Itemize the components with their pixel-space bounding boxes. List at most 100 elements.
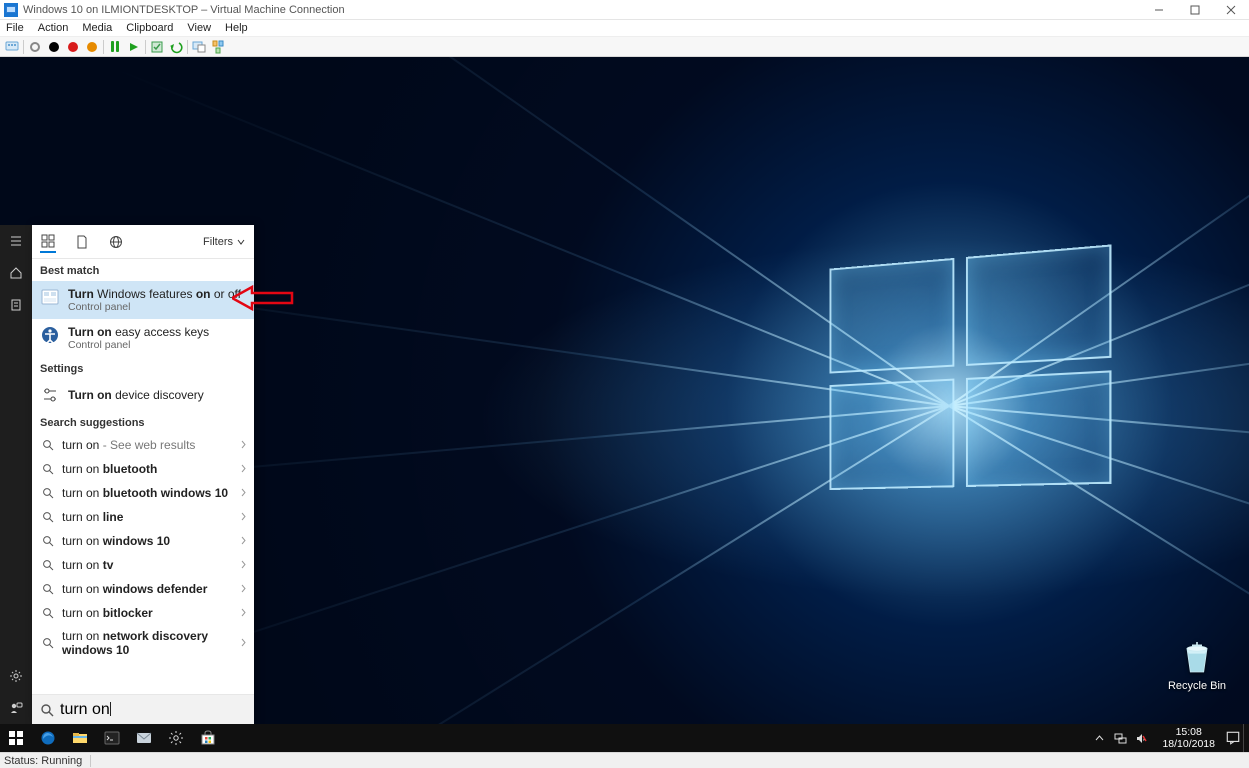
control-panel-features-icon bbox=[40, 287, 60, 307]
chevron-right-icon bbox=[239, 582, 248, 596]
system-tray[interactable] bbox=[1087, 732, 1154, 745]
checkpoint-button[interactable] bbox=[149, 39, 165, 55]
menu-action[interactable]: Action bbox=[38, 22, 69, 34]
tab-all-icon[interactable] bbox=[40, 237, 56, 253]
taskbar-store-icon[interactable] bbox=[192, 724, 224, 752]
chevron-right-icon bbox=[239, 636, 248, 650]
search-icon bbox=[40, 635, 56, 651]
rail-home-button[interactable] bbox=[0, 257, 32, 289]
search-suggestion[interactable]: turn on windows 10 bbox=[32, 529, 254, 553]
guest-viewport: Recycle Bin Filters Best match Turn Wind… bbox=[0, 57, 1249, 752]
tab-web-icon[interactable] bbox=[108, 234, 124, 250]
search-suggestion[interactable]: turn on - See web results bbox=[32, 433, 254, 457]
search-icon bbox=[40, 703, 54, 717]
menu-media[interactable]: Media bbox=[82, 22, 112, 34]
start-vm-button[interactable] bbox=[27, 39, 43, 55]
shutdown-vm-button[interactable] bbox=[65, 39, 81, 55]
tray-network-icon[interactable] bbox=[1114, 732, 1127, 745]
search-icon bbox=[40, 557, 56, 573]
rail-notebook-button[interactable] bbox=[0, 289, 32, 321]
best-match-label: Best match bbox=[32, 259, 254, 281]
device-discovery-icon bbox=[40, 385, 60, 405]
filters-dropdown[interactable]: Filters bbox=[203, 236, 246, 248]
vm-app-icon bbox=[4, 3, 18, 17]
start-rail bbox=[0, 225, 32, 724]
clock-date: 18/10/2018 bbox=[1162, 738, 1215, 750]
host-statusbar: Status: Running bbox=[0, 752, 1249, 768]
tray-chevron-up-icon[interactable] bbox=[1093, 732, 1106, 745]
search-suggestion[interactable]: turn on windows defender bbox=[32, 577, 254, 601]
clock-time: 15:08 bbox=[1162, 726, 1215, 738]
result-subtitle: Control panel bbox=[68, 339, 209, 351]
menu-clipboard[interactable]: Clipboard bbox=[126, 22, 173, 34]
tab-documents-icon[interactable] bbox=[74, 234, 90, 250]
search-input-display: turn on bbox=[60, 701, 111, 719]
turn-off-vm-button[interactable] bbox=[46, 39, 62, 55]
suggestion-text: turn on - See web results bbox=[62, 438, 195, 452]
search-suggestion[interactable]: turn on bluetooth windows 10 bbox=[32, 481, 254, 505]
chevron-right-icon bbox=[239, 462, 248, 476]
rail-feedback-button[interactable] bbox=[0, 692, 32, 724]
reset-vm-button[interactable] bbox=[126, 39, 142, 55]
ease-of-access-icon bbox=[40, 325, 60, 345]
host-close-button[interactable] bbox=[1213, 0, 1249, 20]
search-suggestion[interactable]: turn on bitlocker bbox=[32, 601, 254, 625]
start-button[interactable] bbox=[0, 724, 32, 752]
taskbar-edge-icon[interactable] bbox=[32, 724, 64, 752]
chevron-right-icon bbox=[239, 486, 248, 500]
search-suggestion[interactable]: turn on tv bbox=[32, 553, 254, 577]
suggestion-text: turn on bitlocker bbox=[62, 606, 153, 620]
settings-label: Settings bbox=[32, 357, 254, 379]
search-suggestion[interactable]: turn on bluetooth bbox=[32, 457, 254, 481]
search-icon bbox=[40, 509, 56, 525]
taskbar-clock[interactable]: 15:08 18/10/2018 bbox=[1154, 726, 1223, 750]
chevron-right-icon bbox=[239, 558, 248, 572]
search-suggestions-label: Search suggestions bbox=[32, 411, 254, 433]
recycle-bin-label: Recycle Bin bbox=[1165, 680, 1229, 692]
revert-button[interactable] bbox=[168, 39, 184, 55]
result-turn-on-easy-access[interactable]: Turn on easy access keys Control panel bbox=[32, 319, 254, 357]
host-minimize-button[interactable] bbox=[1141, 0, 1177, 20]
share-button[interactable] bbox=[210, 39, 226, 55]
status-text: Status: Running bbox=[4, 755, 91, 767]
taskbar-terminal-icon[interactable] bbox=[96, 724, 128, 752]
taskbar-settings-icon[interactable] bbox=[160, 724, 192, 752]
result-title: Turn on easy access keys bbox=[68, 325, 209, 339]
search-tabs: Filters bbox=[32, 225, 254, 259]
action-center-button[interactable] bbox=[1223, 724, 1243, 752]
menu-file[interactable]: File bbox=[6, 22, 24, 34]
suggestion-text: turn on bluetooth windows 10 bbox=[62, 486, 228, 500]
rail-expand-button[interactable] bbox=[0, 225, 32, 257]
result-device-discovery[interactable]: Turn on device discovery bbox=[32, 379, 254, 411]
suggestion-text: turn on network discovery windows 10 bbox=[62, 629, 246, 657]
search-suggestion[interactable]: turn on line bbox=[32, 505, 254, 529]
suggestion-text: turn on tv bbox=[62, 558, 113, 572]
filters-label: Filters bbox=[203, 236, 233, 248]
host-menubar: File Action Media Clipboard View Help bbox=[0, 20, 1249, 37]
result-subtitle: Control panel bbox=[68, 301, 241, 313]
chevron-down-icon bbox=[236, 237, 246, 247]
suggestion-text: turn on windows 10 bbox=[62, 534, 170, 548]
result-title: Turn on device discovery bbox=[68, 388, 204, 402]
enhanced-session-button[interactable] bbox=[191, 39, 207, 55]
search-icon bbox=[40, 437, 56, 453]
ctrl-alt-del-button[interactable] bbox=[4, 39, 20, 55]
menu-view[interactable]: View bbox=[187, 22, 211, 34]
search-suggestion[interactable]: turn on network discovery windows 10 bbox=[32, 625, 254, 661]
taskbar-explorer-icon[interactable] bbox=[64, 724, 96, 752]
host-maximize-button[interactable] bbox=[1177, 0, 1213, 20]
search-box[interactable]: turn on bbox=[32, 694, 254, 724]
rail-settings-button[interactable] bbox=[0, 660, 32, 692]
show-desktop-button[interactable] bbox=[1243, 724, 1249, 752]
save-vm-button[interactable] bbox=[84, 39, 100, 55]
result-turn-windows-features[interactable]: Turn Windows features on or off Control … bbox=[32, 281, 254, 319]
suggestion-text: turn on windows defender bbox=[62, 582, 207, 596]
pause-vm-button[interactable] bbox=[107, 39, 123, 55]
chevron-right-icon bbox=[239, 510, 248, 524]
taskbar-mail-icon[interactable] bbox=[128, 724, 160, 752]
host-toolbar bbox=[0, 37, 1249, 57]
windows-logo bbox=[830, 244, 1112, 490]
tray-volume-icon[interactable] bbox=[1135, 732, 1148, 745]
recycle-bin-desktop-icon[interactable]: Recycle Bin bbox=[1165, 637, 1229, 692]
menu-help[interactable]: Help bbox=[225, 22, 248, 34]
